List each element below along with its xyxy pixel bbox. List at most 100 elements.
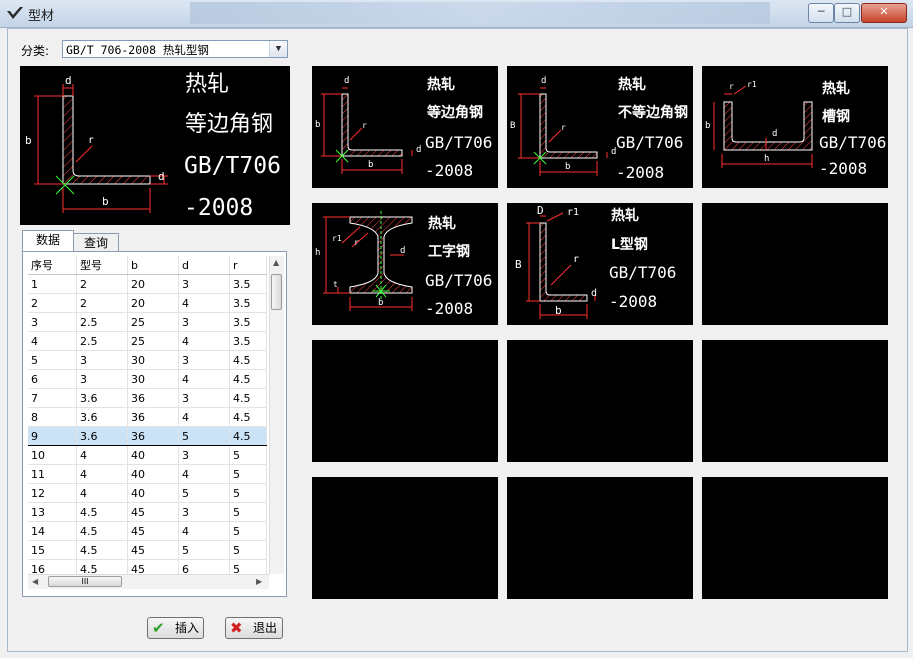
table-cell[interactable]: 3.6 bbox=[76, 388, 128, 408]
table-cell[interactable]: 15 bbox=[28, 540, 77, 560]
table-cell[interactable]: 4.5 bbox=[229, 407, 267, 427]
table-cell[interactable]: 4.5 bbox=[229, 388, 267, 408]
table-cell[interactable]: 3.6 bbox=[76, 407, 128, 427]
thumb-i-beam[interactable]: r1 r h d t b 热轧 工字钢 GB/T706 -2008 bbox=[312, 203, 498, 325]
table-row[interactable]: 12 4 40 5 5 bbox=[28, 483, 267, 503]
table-cell[interactable]: 30 bbox=[127, 369, 179, 389]
thumb-empty[interactable] bbox=[312, 477, 498, 599]
table-cell[interactable]: 5 bbox=[229, 483, 267, 503]
maximize-button[interactable]: □ bbox=[834, 3, 860, 23]
table-cell[interactable]: 7 bbox=[28, 388, 77, 408]
thumb-equal-angle[interactable]: d b r b d 热轧 等边角钢 GB/T706 -2008 bbox=[312, 66, 498, 188]
table-cell[interactable]: 5 bbox=[229, 521, 267, 541]
thumb-unequal-angle[interactable]: d B r b d 热轧 不等边角钢 GB/T706 -2008 bbox=[507, 66, 693, 188]
table-cell[interactable]: 25 bbox=[127, 312, 179, 332]
table-cell[interactable]: 2 bbox=[28, 293, 77, 313]
table-row[interactable]: 6 3 30 4 4.5 bbox=[28, 369, 267, 389]
insert-button[interactable]: ✔ 插入 bbox=[147, 617, 204, 639]
table-cell[interactable]: 4.5 bbox=[229, 426, 267, 446]
thumb-empty[interactable] bbox=[312, 340, 498, 462]
table-cell[interactable]: 4.5 bbox=[76, 540, 128, 560]
table-cell[interactable]: 3.5 bbox=[229, 293, 267, 313]
close-button[interactable]: ✕ bbox=[861, 3, 907, 23]
table-cell[interactable]: 30 bbox=[127, 350, 179, 370]
minimize-button[interactable]: ─ bbox=[808, 3, 834, 23]
table-cell[interactable]: 2 bbox=[76, 293, 128, 313]
table-row[interactable]: 5 3 30 3 4.5 bbox=[28, 350, 267, 370]
table-cell[interactable]: 4.5 bbox=[229, 369, 267, 389]
table-cell[interactable]: 20 bbox=[127, 274, 179, 294]
table-cell[interactable]: 5 bbox=[178, 426, 230, 446]
table-cell[interactable]: 4.5 bbox=[76, 502, 128, 522]
table-cell[interactable]: 3.5 bbox=[229, 312, 267, 332]
table-row[interactable]: 3 2.5 25 3 3.5 bbox=[28, 312, 267, 332]
table-cell[interactable]: 36 bbox=[127, 426, 179, 446]
tab-query[interactable]: 查询 bbox=[73, 233, 119, 253]
chevron-down-icon[interactable]: ▼ bbox=[269, 41, 287, 57]
thumb-empty[interactable] bbox=[507, 340, 693, 462]
table-cell[interactable]: 8 bbox=[28, 407, 77, 427]
table-cell[interactable]: 5 bbox=[229, 464, 267, 484]
scroll-up-icon[interactable]: ▲ bbox=[273, 258, 279, 267]
table-cell[interactable]: 3.5 bbox=[229, 274, 267, 294]
table-row[interactable]: 4 2.5 25 4 3.5 bbox=[28, 331, 267, 351]
table-cell[interactable]: 4.5 bbox=[76, 521, 128, 541]
table-cell[interactable]: 3 bbox=[76, 350, 128, 370]
table-cell[interactable]: 3 bbox=[178, 312, 230, 332]
table-cell[interactable]: 40 bbox=[127, 464, 179, 484]
table-cell[interactable]: 36 bbox=[127, 407, 179, 427]
table-cell[interactable]: 40 bbox=[127, 445, 179, 465]
vertical-scrollbar[interactable]: ▲ bbox=[269, 256, 284, 574]
table-cell[interactable]: 20 bbox=[127, 293, 179, 313]
table-cell[interactable]: 13 bbox=[28, 502, 77, 522]
table-cell[interactable]: 12 bbox=[28, 483, 77, 503]
table-cell[interactable]: 4 bbox=[178, 369, 230, 389]
col-header[interactable]: b bbox=[127, 256, 179, 275]
table-row[interactable]: 11 4 40 4 5 bbox=[28, 464, 267, 484]
data-grid[interactable]: 序号 型号 b d r 1 2 20 3 3.5 2 2 20 4 3.5 3 2.5 25 3 3.5 4 2… bbox=[22, 251, 287, 597]
table-cell[interactable]: 4 bbox=[178, 407, 230, 427]
scroll-left-icon[interactable]: ◀ bbox=[32, 577, 38, 586]
table-cell[interactable]: 4 bbox=[76, 445, 128, 465]
table-cell[interactable]: 5 bbox=[178, 483, 230, 503]
thumb-empty[interactable] bbox=[507, 477, 693, 599]
table-cell[interactable]: 25 bbox=[127, 331, 179, 351]
table-row[interactable]: 1 2 20 3 3.5 bbox=[28, 274, 267, 294]
table-row[interactable]: 14 4.5 45 4 5 bbox=[28, 521, 267, 541]
table-cell[interactable]: 3 bbox=[178, 445, 230, 465]
table-cell[interactable]: 4 bbox=[178, 464, 230, 484]
table-cell[interactable]: 3 bbox=[178, 502, 230, 522]
thumb-empty[interactable] bbox=[702, 340, 888, 462]
table-cell[interactable]: 4 bbox=[178, 521, 230, 541]
table-row[interactable]: 8 3.6 36 4 4.5 bbox=[28, 407, 267, 427]
col-header[interactable]: d bbox=[178, 256, 230, 275]
table-cell[interactable]: 3 bbox=[76, 369, 128, 389]
table-row[interactable]: 7 3.6 36 3 4.5 bbox=[28, 388, 267, 408]
table-row[interactable]: 9 3.6 36 5 4.5 bbox=[28, 426, 267, 446]
col-header[interactable]: 型号 bbox=[76, 256, 128, 275]
table-cell[interactable]: 4 bbox=[76, 483, 128, 503]
table-row[interactable]: 13 4.5 45 3 5 bbox=[28, 502, 267, 522]
table-cell[interactable]: 4 bbox=[178, 293, 230, 313]
table-cell[interactable]: 45 bbox=[127, 521, 179, 541]
table-cell[interactable]: 3 bbox=[28, 312, 77, 332]
col-header[interactable]: 序号 bbox=[28, 256, 77, 275]
table-cell[interactable]: 10 bbox=[28, 445, 77, 465]
table-cell[interactable]: 9 bbox=[28, 426, 77, 446]
table-cell[interactable]: 3 bbox=[178, 350, 230, 370]
table-cell[interactable]: 3.5 bbox=[229, 331, 267, 351]
table-cell[interactable]: 4 bbox=[178, 331, 230, 351]
scroll-right-icon[interactable]: ▶ bbox=[256, 577, 262, 586]
horizontal-scroll-thumb[interactable]: III bbox=[48, 576, 122, 587]
table-cell[interactable]: 5 bbox=[229, 540, 267, 560]
table-cell[interactable]: 1 bbox=[28, 274, 77, 294]
thumb-l-section[interactable]: D r1 B r d b 热轧 L型钢 GB/T706 -2008 bbox=[507, 203, 693, 325]
thumb-empty[interactable] bbox=[702, 203, 888, 325]
table-cell[interactable]: 45 bbox=[127, 540, 179, 560]
table-row[interactable]: 2 2 20 4 3.5 bbox=[28, 293, 267, 313]
category-select[interactable]: GB/T 706-2008 热轧型钢 ▼ bbox=[62, 40, 288, 58]
horizontal-scrollbar[interactable]: ◀ III ▶ bbox=[28, 574, 269, 589]
table-cell[interactable]: 36 bbox=[127, 388, 179, 408]
table-cell[interactable]: 5 bbox=[178, 540, 230, 560]
table-cell[interactable]: 4 bbox=[76, 464, 128, 484]
